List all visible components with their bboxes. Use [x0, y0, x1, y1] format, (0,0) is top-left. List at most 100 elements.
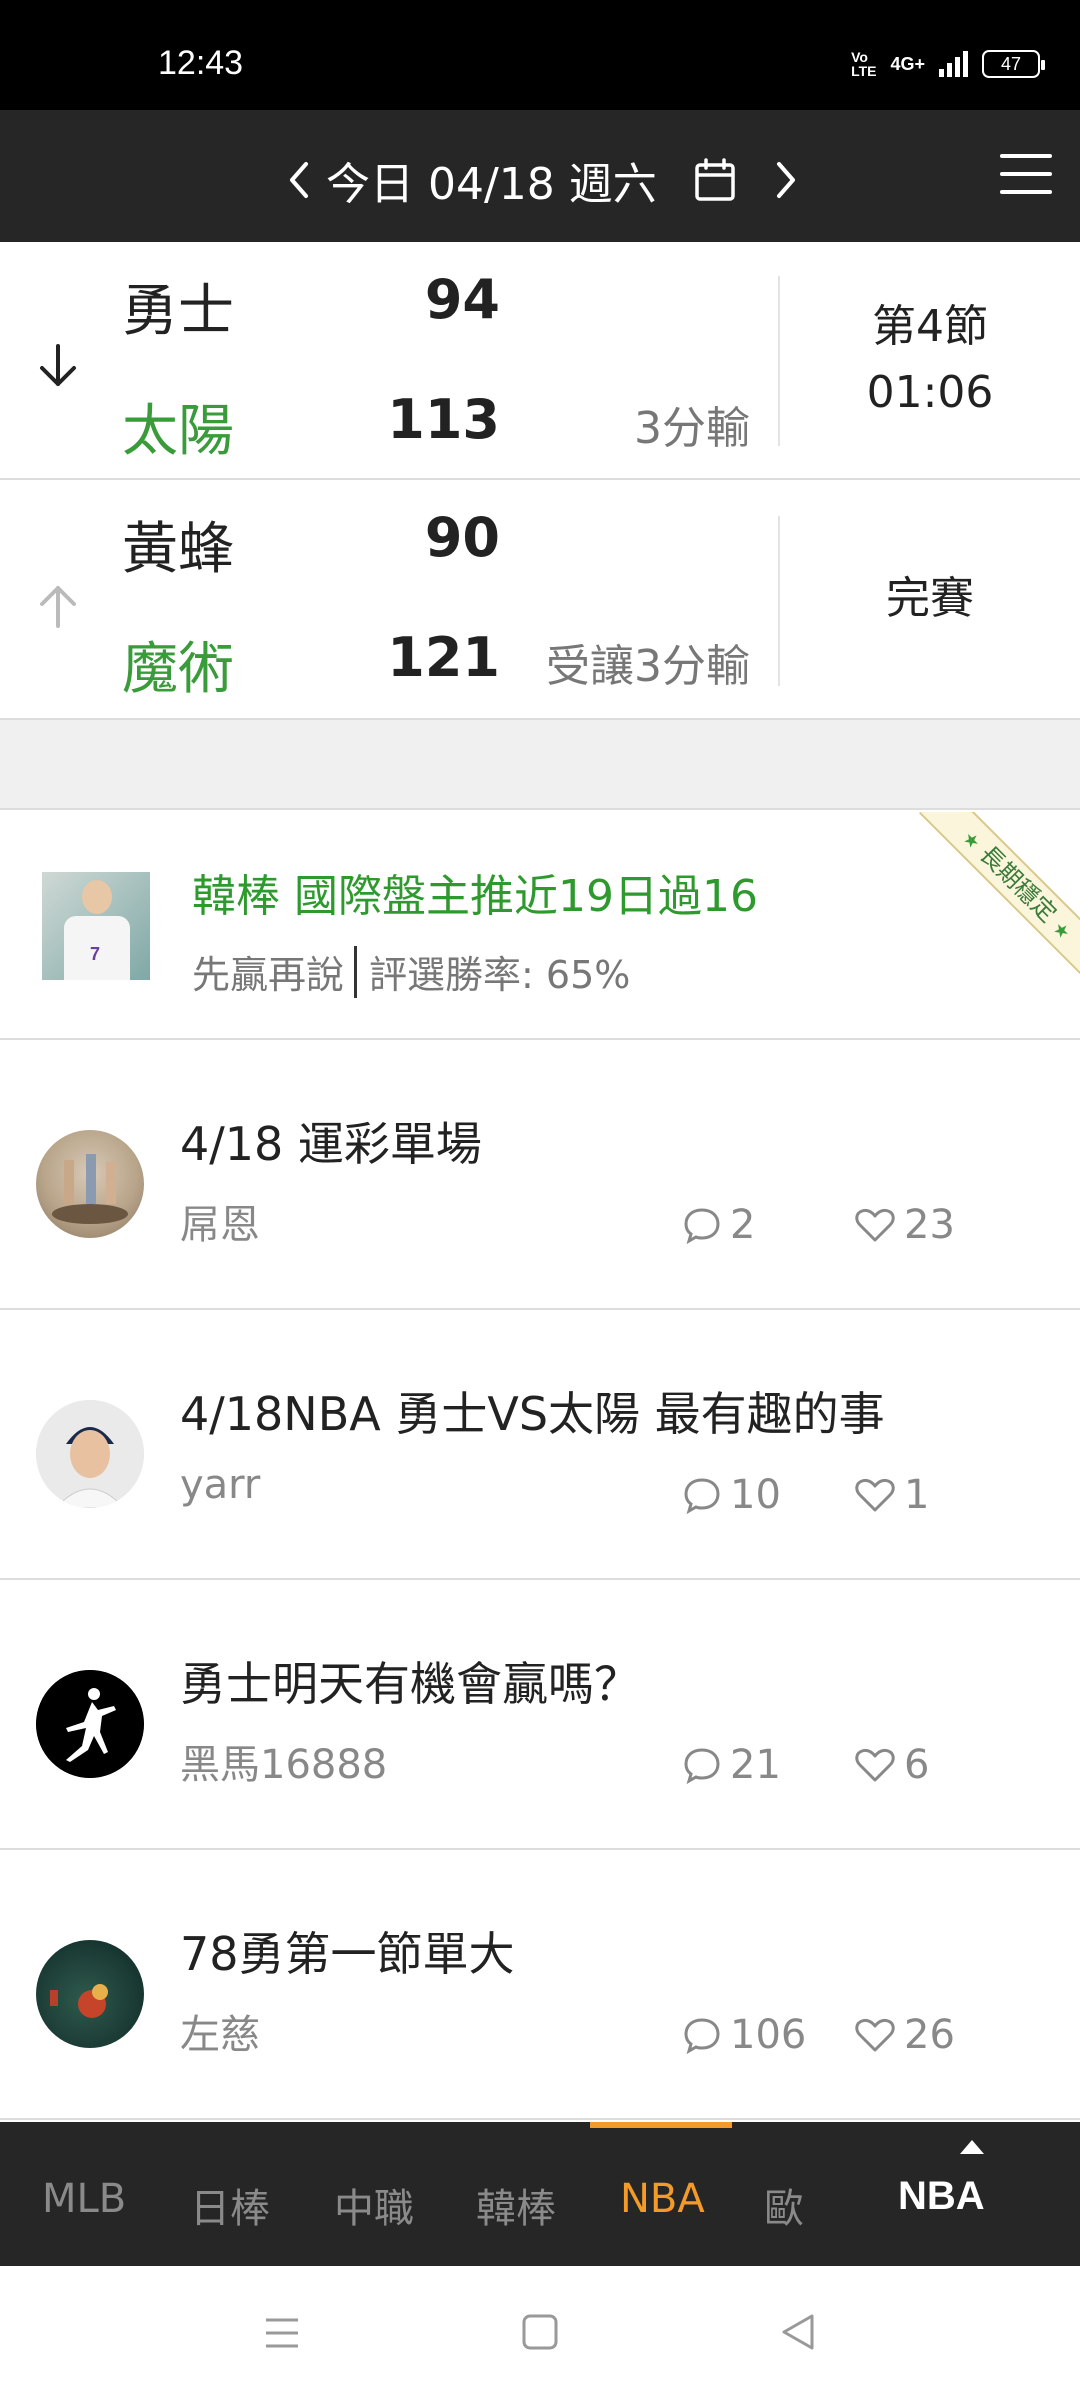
post-title: 4/18NBA 勇士VS太陽 最有趣的事: [180, 1387, 885, 1441]
heart-icon: [855, 1748, 895, 1782]
home-icon[interactable]: [520, 2312, 560, 2352]
heart-icon: [855, 1208, 895, 1242]
star-icon: ★: [958, 827, 985, 854]
current-league-tab[interactable]: NBA: [866, 2122, 1080, 2266]
comment-count-value: 106: [730, 2012, 807, 2058]
system-indicators: Vo LTE 4G+ 47: [851, 49, 1045, 79]
system-navigation-bar: [0, 2266, 1080, 2400]
tab-npb[interactable]: 日棒: [190, 2176, 270, 2234]
user-avatar: [36, 1940, 144, 2048]
post-author: 黑馬16888: [180, 1742, 388, 1788]
like-count-value: 23: [904, 1202, 955, 1248]
promo-subtitle: 先贏再說 評選勝率: 65%: [192, 944, 630, 999]
like-count-value: 6: [904, 1742, 930, 1788]
chevron-left-icon[interactable]: [286, 158, 312, 202]
tab-mlb[interactable]: MLB: [42, 2176, 126, 2222]
star-icon: ★: [1048, 917, 1075, 944]
post-item[interactable]: 4/18NBA 勇士VS太陽 最有趣的事 yarr 10 1: [0, 1312, 1080, 1580]
comment-icon: [684, 1748, 720, 1785]
status-bar: 12:43 Vo LTE 4G+ 47: [0, 0, 1080, 110]
away-team-name: 黃蜂: [122, 517, 234, 582]
expert-avatar: 7: [42, 872, 150, 980]
date-selector: 今日 04/18 週六: [286, 148, 799, 212]
caret-up-icon: [960, 2140, 984, 2154]
comment-count-value: 10: [730, 1472, 781, 1518]
game-status: 完賽: [780, 566, 1080, 632]
post-title: 勇士明天有機會贏嗎？: [180, 1657, 640, 1711]
bet-result: 受讓3分輸: [546, 641, 750, 692]
comment-icon: [684, 1478, 720, 1515]
away-team-score: 90: [424, 506, 500, 569]
heart-icon: [855, 1478, 895, 1512]
stability-ribbon: ★ 長期穩定 ★: [919, 812, 1080, 983]
home-team-name: 魔術: [122, 637, 234, 702]
post-author: yarr: [180, 1462, 261, 1508]
user-avatar: [36, 1130, 144, 1238]
date-navigation-bar: 今日 04/18 週六: [0, 110, 1080, 242]
comment-count: 2: [682, 1202, 755, 1248]
home-team-name: 太陽: [122, 399, 234, 464]
game-status: 第4節 01:06: [780, 294, 1080, 426]
post-item[interactable]: 勇士明天有機會贏嗎？ 黑馬16888 21 6: [0, 1582, 1080, 1850]
battery-icon: 47: [982, 50, 1045, 78]
current-date-label[interactable]: 今日 04/18 週六: [326, 148, 657, 212]
like-count: 6: [854, 1742, 929, 1788]
chevron-right-icon[interactable]: [773, 158, 799, 202]
recent-apps-icon[interactable]: [262, 2314, 302, 2352]
game-clock: 01:06: [866, 367, 994, 418]
section-spacer: [0, 720, 1080, 810]
comment-icon: [684, 1208, 720, 1245]
heart-icon: [855, 2018, 895, 2052]
arrow-down-icon: [40, 344, 76, 386]
ribbon-label: 長期穩定: [974, 840, 1062, 928]
user-avatar: [36, 1670, 144, 1778]
tab-kbo[interactable]: 韓棒: [476, 2176, 556, 2234]
post-item[interactable]: 78勇第一節單大 左慈 106 26: [0, 1852, 1080, 2120]
expert-promo-card[interactable]: 7 韓棒 國際盤主推近19日過16 先贏再說 評選勝率: 65% ★ 長期穩定 …: [0, 812, 1080, 1040]
post-title: 78勇第一節單大: [180, 1927, 515, 1981]
comment-count: 10: [682, 1472, 781, 1518]
tab-cpbl[interactable]: 中職: [334, 2176, 414, 2234]
comment-count: 106: [682, 2012, 806, 2058]
active-tab-indicator: [590, 2122, 732, 2128]
league-tab-bar: MLB 日棒 中職 韓棒 NBA 歐 NBA: [0, 2122, 1080, 2266]
comment-count-value: 2: [730, 1202, 756, 1248]
arrow-up-icon: [40, 586, 76, 628]
like-count: 23: [854, 1202, 955, 1248]
signal-icon: [939, 51, 968, 77]
status-time: 12:43: [158, 44, 244, 82]
home-team-score: 113: [387, 388, 500, 451]
game-period: 完賽: [886, 573, 974, 624]
post-title: 4/18 運彩單場: [180, 1117, 482, 1171]
menu-icon[interactable]: [1000, 154, 1052, 194]
home-team-score: 121: [387, 626, 500, 689]
away-team-name: 勇士: [122, 279, 234, 344]
calendar-icon[interactable]: [691, 156, 739, 204]
like-count-value: 1: [904, 1472, 930, 1518]
away-team-score: 94: [424, 268, 500, 331]
current-league-label: NBA: [898, 2174, 985, 2218]
game-row[interactable]: 黃蜂 90 魔術 121 受讓3分輸 完賽: [0, 482, 1080, 720]
like-count-value: 26: [904, 2012, 955, 2058]
like-count: 1: [854, 1472, 929, 1518]
tab-nba[interactable]: NBA: [620, 2176, 705, 2222]
post-item[interactable]: 4/18 運彩單場 屌恩 2 23: [0, 1042, 1080, 1310]
game-row[interactable]: 勇士 94 太陽 113 3分輸 第4節 01:06: [0, 242, 1080, 480]
comment-count-value: 21: [730, 1742, 781, 1788]
back-icon[interactable]: [778, 2312, 818, 2352]
comment-icon: [684, 2018, 720, 2055]
promo-author: 先贏再說: [192, 953, 345, 997]
user-avatar: [36, 1400, 144, 1508]
game-period: 第4節: [872, 301, 988, 352]
bet-result: 3分輸: [634, 403, 750, 454]
network-type: 4G+: [890, 53, 925, 74]
divider: [354, 945, 358, 998]
post-author: 屌恩: [180, 1202, 260, 1248]
promo-title: 韓棒 國際盤主推近19日過16: [192, 871, 758, 922]
comment-count: 21: [682, 1742, 781, 1788]
post-author: 左慈: [180, 2012, 260, 2058]
volte-icon: Vo LTE: [851, 49, 877, 79]
tab-europe[interactable]: 歐: [764, 2176, 804, 2234]
promo-win-rate: 評選勝率: 65%: [369, 953, 631, 997]
like-count: 26: [854, 2012, 955, 2058]
